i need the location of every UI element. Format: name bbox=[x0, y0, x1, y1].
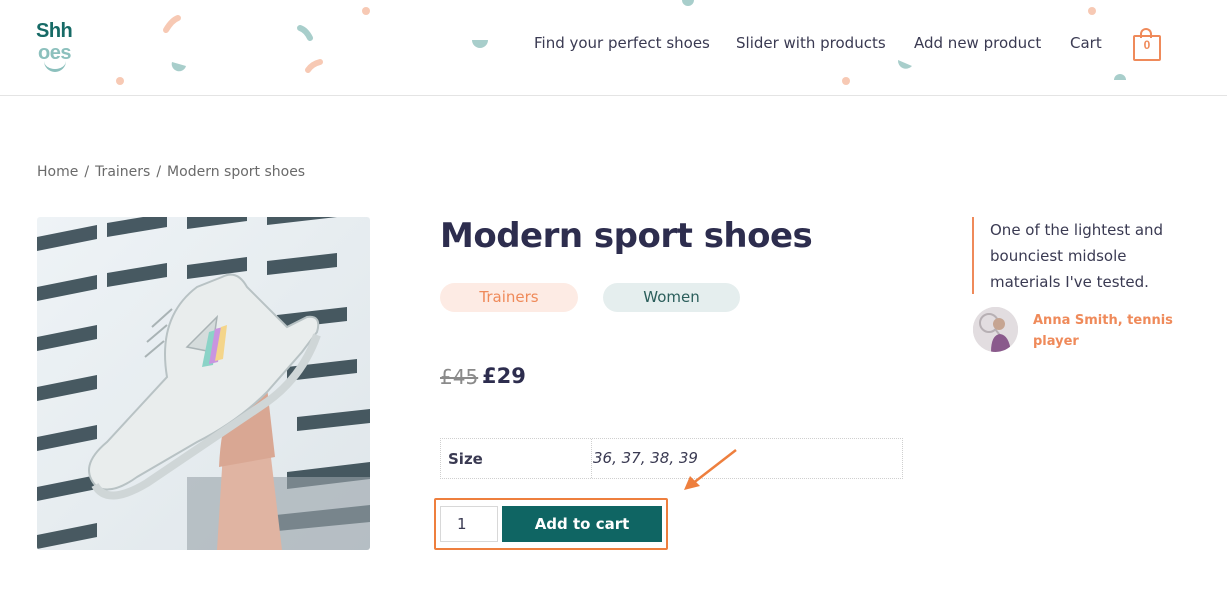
table-divider bbox=[591, 439, 592, 478]
annotation-arrow-icon bbox=[684, 449, 737, 490]
avatar bbox=[973, 307, 1018, 352]
avatar-photo bbox=[973, 307, 1018, 352]
product-title: Modern sport shoes bbox=[440, 216, 813, 256]
breadcrumb-separator: / bbox=[156, 164, 162, 180]
breadcrumb: Home / Trainers / Modern sport shoes bbox=[37, 164, 305, 180]
nav-slider-products[interactable]: Slider with products bbox=[736, 34, 886, 58]
price-old: £45 bbox=[440, 365, 479, 389]
nav-find-shoes[interactable]: Find your perfect shoes bbox=[534, 34, 710, 58]
tag-women[interactable]: Women bbox=[603, 283, 740, 312]
product-image[interactable] bbox=[37, 217, 370, 550]
attributes-table: Size 36, 37, 38, 39 bbox=[440, 438, 903, 479]
shopping-bag-icon[interactable]: 0 bbox=[1132, 28, 1162, 62]
add-to-cart-button[interactable]: Add to cart bbox=[502, 506, 662, 542]
site-logo[interactable]: Shh oes bbox=[36, 20, 96, 76]
cart-count: 0 bbox=[1143, 38, 1151, 52]
nav-cart[interactable]: Cart bbox=[1070, 34, 1102, 58]
breadcrumb-trainers[interactable]: Trainers bbox=[95, 164, 150, 180]
logo-smile-icon bbox=[44, 60, 66, 72]
breadcrumb-separator: / bbox=[84, 164, 90, 180]
breadcrumb-home[interactable]: Home bbox=[37, 164, 78, 180]
tag-trainers[interactable]: Trainers bbox=[440, 283, 578, 312]
quote-accent-bar bbox=[972, 217, 974, 294]
logo-text-line1: Shh bbox=[36, 20, 73, 42]
attribute-name-size: Size bbox=[448, 450, 483, 468]
sneaker-photo bbox=[37, 217, 370, 550]
breadcrumb-current: Modern sport shoes bbox=[167, 164, 306, 180]
nav-add-product[interactable]: Add new product bbox=[914, 34, 1041, 58]
price-new: £29 bbox=[482, 364, 526, 388]
quantity-input[interactable] bbox=[440, 506, 498, 542]
testimonial-quote: One of the lightest and bounciest midsol… bbox=[990, 221, 1164, 291]
site-header: Shh oes Find your perfect shoes Slider w… bbox=[0, 0, 1227, 96]
testimonial-author: Anna Smith, tennis player bbox=[1033, 313, 1173, 349]
